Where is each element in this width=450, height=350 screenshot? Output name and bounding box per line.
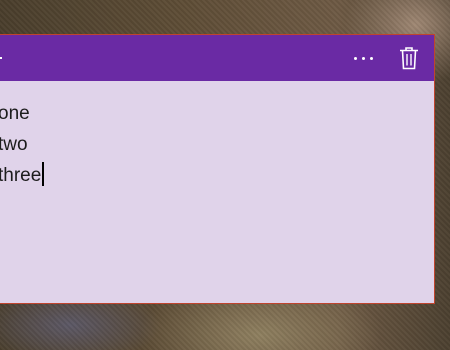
note-line-text: three <box>0 165 42 186</box>
trash-icon <box>400 47 418 70</box>
delete-note-button[interactable] <box>395 44 423 72</box>
sticky-note-window[interactable]: one two three <box>0 34 435 304</box>
more-options-button[interactable] <box>346 45 380 71</box>
text-caret <box>42 162 44 186</box>
note-line: three <box>0 160 434 192</box>
more-dot-icon <box>353 56 357 60</box>
add-note-icon[interactable] <box>0 57 2 59</box>
note-line: one <box>0 103 30 124</box>
note-text-area[interactable]: one two three <box>0 81 434 303</box>
note-titlebar[interactable] <box>0 35 434 81</box>
note-line: two <box>0 134 28 155</box>
more-dot-icon <box>361 56 365 60</box>
more-dot-icon <box>369 56 373 60</box>
